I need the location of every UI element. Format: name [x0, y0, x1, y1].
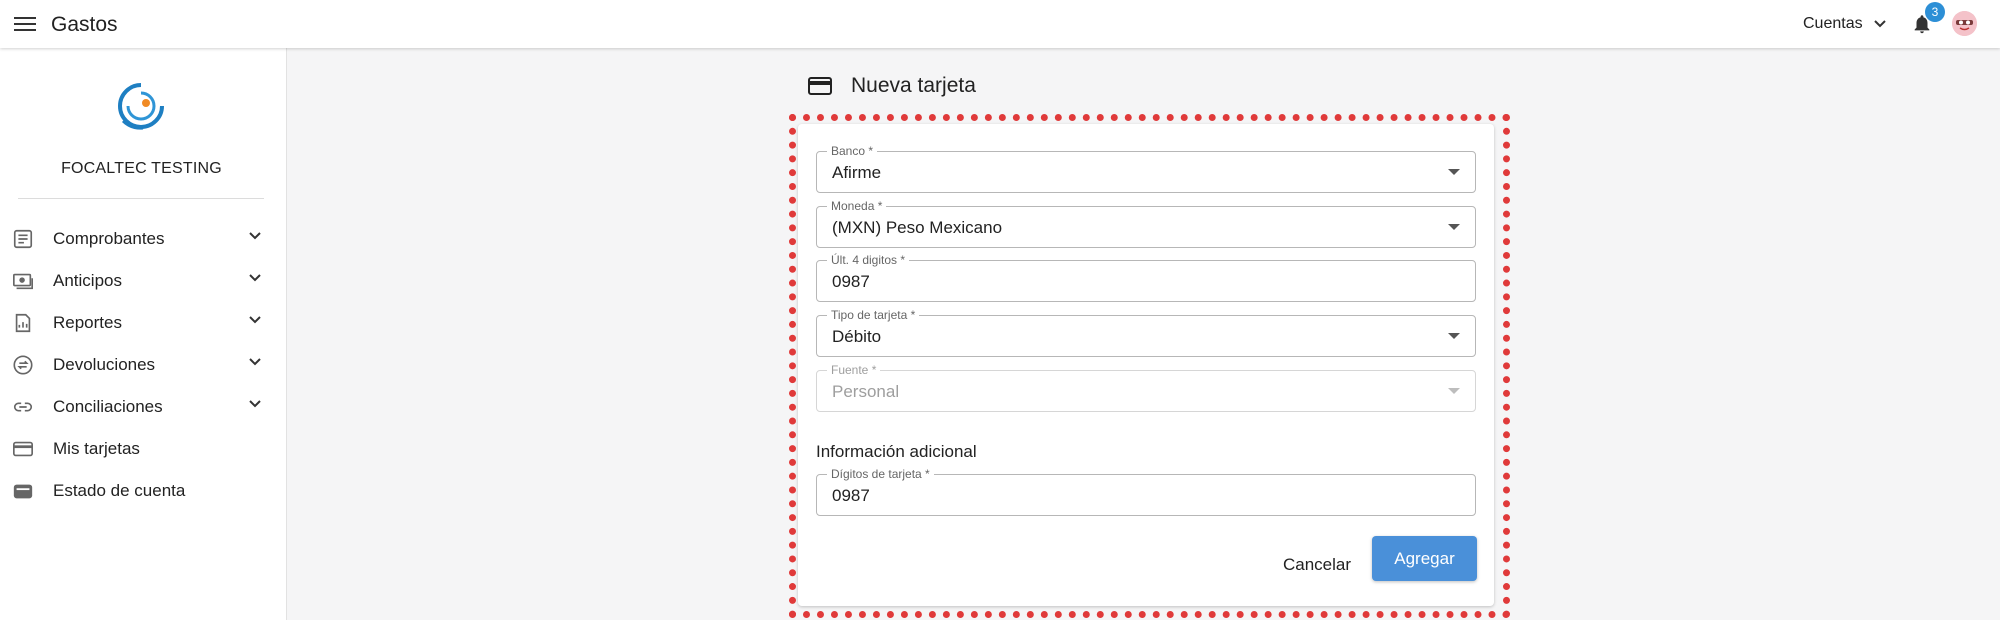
card-type-value: Débito: [832, 327, 882, 346]
source-select: Fuente * Personal: [816, 363, 1476, 412]
credit-card-icon: [808, 77, 832, 95]
chevron-down-icon: [249, 400, 261, 408]
dropdown-arrow-icon: [1448, 224, 1460, 230]
sidebar-item-anticipos[interactable]: Anticipos: [0, 260, 287, 300]
chevron-down-icon: [249, 316, 261, 324]
page-heading: Nueva tarjeta: [808, 74, 976, 98]
card-digits-value: 0987: [832, 486, 870, 505]
chevron-down-icon: [249, 232, 261, 240]
source-value: Personal: [832, 382, 900, 401]
company-name: FOCALTEC TESTING: [61, 160, 222, 177]
app-title: Gastos: [51, 13, 118, 36]
report-icon: [15, 313, 31, 333]
sidebar-item-label: Comprobantes: [53, 229, 165, 248]
accounts-dropdown[interactable]: Cuentas: [1803, 15, 1887, 33]
sidebar-item-label: Conciliaciones: [53, 397, 163, 416]
user-avatar[interactable]: [1952, 11, 1977, 36]
sidebar-item-label: Anticipos: [53, 271, 122, 290]
last-digits-input[interactable]: Últ. 4 digitos * 0987: [816, 253, 1476, 302]
card-digits-input[interactable]: Dígitos de tarjeta * 0987: [816, 467, 1476, 516]
card-type-select[interactable]: Tipo de tarjeta * Débito: [816, 308, 1476, 357]
last-digits-label: Últ. 4 digitos *: [827, 253, 910, 267]
source-label: Fuente *: [827, 363, 881, 377]
sidebar-item-label: Mis tarjetas: [53, 439, 140, 458]
bank-label: Banco *: [827, 144, 878, 158]
bank-select[interactable]: Banco * Afirme: [816, 144, 1476, 193]
notification-badge: 3: [1925, 2, 1945, 22]
currency-select[interactable]: Moneda * (MXN) Peso Mexicano: [816, 199, 1476, 248]
cancel-button[interactable]: Cancelar: [1277, 547, 1357, 583]
sidebar-item-reportes[interactable]: Reportes: [0, 302, 287, 342]
sidebar-item-comprobantes[interactable]: Comprobantes: [0, 218, 287, 258]
card-type-label: Tipo de tarjeta *: [827, 308, 920, 322]
sidebar-item-conciliaciones[interactable]: Conciliaciones: [0, 386, 287, 426]
sidebar-item-estado-de-cuenta[interactable]: Estado de cuenta: [0, 470, 287, 510]
company-logo: [118, 83, 164, 130]
page-title: Nueva tarjeta: [851, 74, 976, 97]
add-button[interactable]: Agregar: [1372, 536, 1477, 581]
sidebar: FOCALTEC TESTING Comprobantes Anticipos …: [0, 48, 287, 620]
chevron-down-icon: [249, 274, 261, 282]
additional-info-title: Información adicional: [816, 442, 977, 461]
dropdown-arrow-icon: [1448, 169, 1460, 175]
bank-value: Afirme: [832, 163, 882, 182]
currency-label: Moneda *: [827, 199, 887, 213]
receipt-icon: [13, 229, 33, 249]
link-icon: [13, 402, 33, 412]
cash-icon: [13, 273, 33, 290]
chevron-down-icon: [1873, 20, 1886, 28]
top-app-bar: Gastos Cuentas 3: [0, 0, 2000, 48]
dropdown-arrow-icon: [1448, 333, 1460, 339]
wallet-icon: [13, 484, 33, 499]
refund-icon: [13, 355, 33, 375]
new-card-form: Banco * Afirme Moneda * (MXN) Peso Mexic…: [798, 124, 1494, 606]
hamburger-menu-icon[interactable]: [14, 14, 36, 34]
card-digits-label: Dígitos de tarjeta *: [827, 467, 934, 481]
accounts-label: Cuentas: [1803, 15, 1863, 32]
sidebar-item-label: Devoluciones: [53, 355, 156, 374]
credit-card-icon: [13, 441, 33, 457]
chevron-down-icon: [249, 358, 261, 366]
sidebar-item-label: Reportes: [53, 313, 122, 332]
sidebar-item-devoluciones[interactable]: Devoluciones: [0, 344, 287, 384]
sidebar-divider: [18, 198, 264, 199]
currency-value: (MXN) Peso Mexicano: [832, 218, 1003, 237]
sidebar-item-label: Estado de cuenta: [53, 481, 186, 500]
sidebar-item-mis-tarjetas[interactable]: Mis tarjetas: [0, 428, 287, 468]
last-digits-value: 0987: [832, 272, 870, 291]
dropdown-arrow-icon: [1448, 388, 1460, 394]
